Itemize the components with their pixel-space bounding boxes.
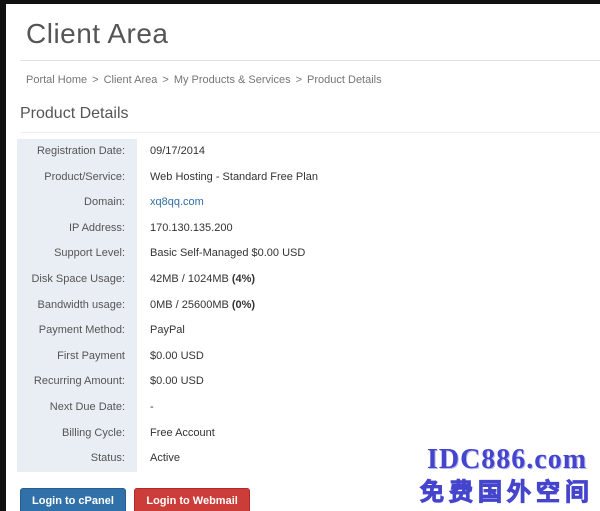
row-value: $0.00 USD [137, 369, 204, 395]
value-text: 0MB / 25600MB [150, 299, 229, 311]
row-label: Registration Date: [17, 139, 137, 165]
row-value: Free Account [137, 421, 215, 447]
value-text: Basic Self-Managed $0.00 USD [150, 247, 305, 259]
row-value: 09/17/2014 [137, 139, 205, 165]
row-label: Recurring Amount: [17, 369, 137, 395]
breadcrumb-item[interactable]: Portal Home [26, 74, 87, 86]
section-title: Product Details [20, 105, 600, 133]
value-text: 42MB / 1024MB [150, 273, 229, 285]
row-label: Bandwidth usage: [17, 293, 137, 319]
row-label: IP Address: [17, 216, 137, 242]
row-value: PayPal [137, 318, 185, 344]
row-value: Active [137, 446, 180, 472]
row-value: 0MB / 25600MB(0%) [137, 293, 255, 319]
value-text: 170.130.135.200 [150, 222, 233, 234]
title-divider [20, 60, 600, 61]
row-value: $0.00 USD [137, 344, 204, 370]
row-label: Support Level: [17, 241, 137, 267]
value-text: PayPal [150, 324, 185, 336]
login-webmail-button[interactable]: Login to Webmail [134, 488, 249, 511]
breadcrumb-separator: > [92, 74, 98, 86]
table-row: Bandwidth usage:0MB / 25600MB(0%) [17, 293, 600, 319]
table-row: First Payment Amount: $0.00 USD [17, 344, 600, 370]
row-label: Payment Method: [17, 318, 137, 344]
page-content: Client Area Portal Home > Client Area > My P… [6, 4, 600, 511]
value-text: Active [150, 452, 180, 464]
value-text: - [150, 401, 154, 413]
table-row: Next Due Date: - [17, 395, 600, 421]
action-buttons: Login to cPanel Login to Webmail [20, 488, 600, 511]
row-value: - [137, 395, 154, 421]
row-label: First Payment Amount: [17, 344, 137, 370]
row-label: Disk Space Usage: [17, 267, 137, 293]
table-row: Domain: xq8qq.com [17, 190, 600, 216]
row-label: Next Due Date: [17, 395, 137, 421]
row-label: Domain: [17, 190, 137, 216]
page-title: Client Area [26, 18, 600, 50]
table-row: Support Level: Basic Self-Managed $0.00 U… [17, 241, 600, 267]
row-label: Billing Cycle: [17, 421, 137, 447]
row-label: Status: [17, 446, 137, 472]
value-text: Free Account [150, 427, 215, 439]
row-value: Basic Self-Managed $0.00 USD [137, 241, 305, 267]
breadcrumb-item[interactable]: My Products & Services [174, 74, 291, 86]
login-cpanel-button[interactable]: Login to cPanel [20, 488, 126, 511]
value-percentage: (4%) [232, 273, 255, 285]
table-row: Status: Active [17, 446, 600, 472]
table-row: Product/Service: Web Hosting - Standard F… [17, 165, 600, 191]
table-row: Disk Space Usage:42MB / 1024MB(4%) [17, 267, 600, 293]
domain-link[interactable]: xq8qq.com [150, 196, 204, 208]
value-percentage: (0%) [232, 299, 255, 311]
breadcrumb-item[interactable]: Client Area [104, 74, 158, 86]
row-value: Web Hosting - Standard Free Plan [137, 165, 318, 191]
breadcrumb-separator: > [296, 74, 302, 86]
row-value: 170.130.135.200 [137, 216, 233, 242]
row-value: xq8qq.com [137, 190, 204, 216]
table-row: IP Address: 170.130.135.200 [17, 216, 600, 242]
table-row: Registration Date: 09/17/2014 [17, 139, 600, 165]
table-row: Billing Cycle: Free Account [17, 421, 600, 447]
row-label: Product/Service: [17, 165, 137, 191]
table-row: Payment Method: PayPal [17, 318, 600, 344]
value-text: $0.00 USD [150, 350, 204, 362]
value-text: Web Hosting - Standard Free Plan [150, 171, 318, 183]
details-table: Registration Date: 09/17/2014 Product/Serv… [17, 139, 600, 472]
value-text: $0.00 USD [150, 375, 204, 387]
breadcrumb-item: Product Details [307, 74, 382, 86]
value-text: 09/17/2014 [150, 145, 205, 157]
table-row: Recurring Amount: $0.00 USD [17, 369, 600, 395]
breadcrumb: Portal Home > Client Area > My Products & Se… [26, 74, 600, 86]
breadcrumb-separator: > [162, 74, 168, 86]
row-value: 42MB / 1024MB(4%) [137, 267, 255, 293]
